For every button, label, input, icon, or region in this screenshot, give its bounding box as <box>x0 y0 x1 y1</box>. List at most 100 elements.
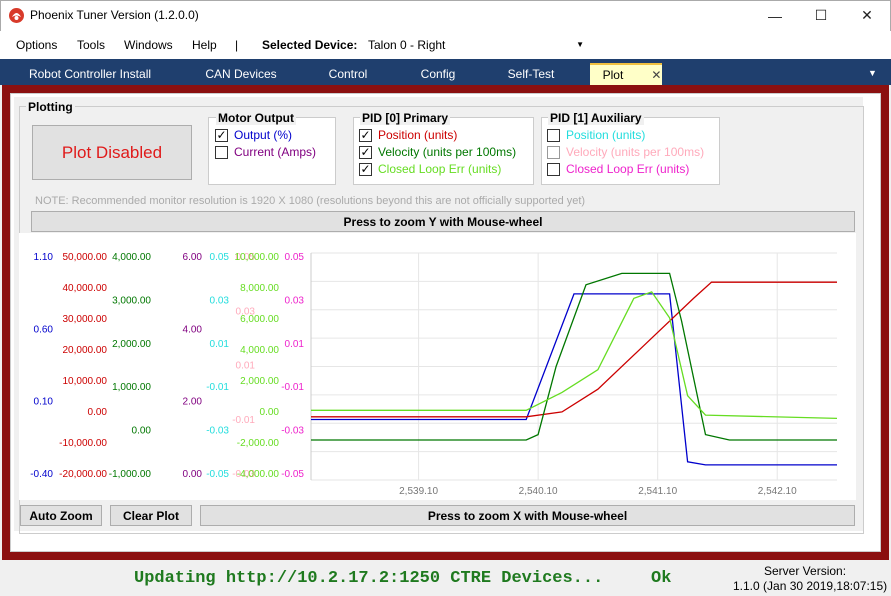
pid0-err-label: Closed Loop Err (units) <box>378 162 502 176</box>
y-tick-label-velocity: 4,000.00 <box>112 252 151 263</box>
pid0-velocity-checkbox[interactable]: ✓ <box>359 145 372 159</box>
tab-config[interactable]: Config <box>394 63 482 85</box>
y-tick-label-pid1-err: -0.03 <box>281 426 304 437</box>
close-icon: ✕ <box>861 7 873 23</box>
phoenix-app-icon <box>9 8 24 23</box>
auto-zoom-button[interactable]: Auto Zoom <box>20 505 102 526</box>
tab-plot[interactable]: Plot ✕ <box>590 63 662 85</box>
tab-overflow-icon[interactable]: ▼ <box>868 68 877 78</box>
selected-device-value: Talon 0 - Right <box>368 38 446 52</box>
pid1-err-label: Closed Loop Err (units) <box>566 162 690 176</box>
close-button[interactable]: ✕ <box>844 0 890 31</box>
y-tick-label-velocity: 0.00 <box>132 426 152 437</box>
series-line-velocity <box>311 272 837 441</box>
y-tick-label-position: 40,000.00 <box>63 283 108 294</box>
current-checkbox-row[interactable]: Current (Amps) <box>215 145 316 159</box>
plot-area[interactable]: 2,539.10 2,540.10 2,541.10 2,542.10 1.10 0.60… <box>19 233 856 500</box>
y-tick-label-velocity: -1,000.00 <box>109 469 152 480</box>
y-tick-label-position: 20,000.00 <box>63 345 108 356</box>
pid1-position-label: Position (units) <box>566 128 646 142</box>
current-label: Current (Amps) <box>234 145 317 159</box>
pid0-position-label: Position (units) <box>378 128 458 142</box>
y-tick-label-closed-loop-err: 4,000.00 <box>240 345 279 356</box>
status-text: Updating http://10.2.17.2:1250 CTRE Devi… <box>134 569 604 588</box>
menu-windows[interactable]: Windows <box>124 38 173 52</box>
pid0-position-checkbox[interactable]: ✓ <box>359 128 372 142</box>
pid1-err-row[interactable]: Closed Loop Err (units) <box>547 162 689 176</box>
status-ok: Ok <box>651 569 672 588</box>
pid0-position-row[interactable]: ✓ Position (units) <box>359 128 457 142</box>
y-tick-label-velocity: 1,000.00 <box>112 382 151 393</box>
plot-disabled-button[interactable]: Plot Disabled <box>32 125 192 180</box>
pid1-title: PID [1] Auxiliary <box>548 111 644 125</box>
y-tick-label-pid1-position: 0.01 <box>210 339 230 350</box>
selected-device-dropdown[interactable]: Talon 0 - Right ▼ <box>363 33 589 56</box>
tab-robot-controller-install[interactable]: Robot Controller Install <box>0 63 180 85</box>
pid1-velocity-row[interactable]: Velocity (units per 100ms) <box>547 145 704 159</box>
y-tick-label-pid1-velocity: -0.01 <box>232 415 255 426</box>
current-checkbox[interactable] <box>215 145 228 159</box>
output-checkbox[interactable]: ✓ <box>215 128 228 142</box>
y-tick-label-pid1-position: -0.05 <box>206 469 229 480</box>
pid0-title: PID [0] Primary <box>360 111 451 125</box>
menu-separator: | <box>235 38 239 52</box>
y-tick-label-current: 6.00 <box>183 252 203 263</box>
pid1-velocity-label: Velocity (units per 100ms) <box>566 145 705 159</box>
pid1-err-checkbox[interactable] <box>547 162 560 176</box>
dropdown-arrow-icon: ▼ <box>576 40 584 49</box>
maximize-button[interactable]: ☐ <box>798 0 844 31</box>
menu-options[interactable]: Options <box>16 38 57 52</box>
motor-output-title: Motor Output <box>216 111 296 125</box>
tab-self-test[interactable]: Self-Test <box>482 63 580 85</box>
y-tick-label-closed-loop-err: -2,000.00 <box>237 438 280 449</box>
pid0-err-checkbox[interactable]: ✓ <box>359 162 372 176</box>
selected-device-label: Selected Device: <box>262 38 358 52</box>
menu-tools[interactable]: Tools <box>77 38 105 52</box>
minimize-button[interactable]: — <box>752 0 798 31</box>
resolution-note: NOTE: Recommended monitor resolution is … <box>35 195 586 207</box>
y-tick-label-current: 2.00 <box>183 397 203 408</box>
server-version-label: Server Version: <box>764 564 847 578</box>
y-tick-label-position: 10,000.00 <box>63 376 108 387</box>
y-tick-label-closed-loop-err: 6,000.00 <box>240 314 279 325</box>
menu-help[interactable]: Help <box>192 38 217 52</box>
y-tick-label-output: -0.40 <box>30 469 53 480</box>
y-tick-label-output: 0.10 <box>34 397 54 408</box>
plotting-title: Plotting <box>26 100 75 114</box>
x-tick-label: 2,542.10 <box>758 486 797 497</box>
y-tick-label-pid1-err: 0.03 <box>285 295 305 306</box>
y-tick-label-pid1-err: 0.05 <box>285 252 305 263</box>
zoom-x-button[interactable]: Press to zoom X with Mouse-wheel <box>200 505 855 526</box>
tab-can-devices[interactable]: CAN Devices <box>180 63 302 85</box>
y-tick-label-pid1-err: -0.05 <box>281 469 304 480</box>
y-tick-label-pid1-position: -0.01 <box>206 382 229 393</box>
minimize-icon: — <box>768 7 782 24</box>
pid0-err-row[interactable]: ✓ Closed Loop Err (units) <box>359 162 501 176</box>
y-tick-label-pid1-err: 0.01 <box>285 339 305 350</box>
pid1-position-row[interactable]: Position (units) <box>547 128 645 142</box>
output-checkbox-row[interactable]: ✓ Output (%) <box>215 128 292 142</box>
y-tick-label-pid1-err: -0.01 <box>281 382 304 393</box>
clear-plot-button[interactable]: Clear Plot <box>110 505 192 526</box>
tab-plot-label: Plot <box>602 68 624 82</box>
y-tick-label-current: 0.00 <box>183 469 203 480</box>
pid0-velocity-row[interactable]: ✓ Velocity (units per 100ms) <box>359 145 516 159</box>
pid1-position-checkbox[interactable] <box>547 128 560 142</box>
tab-close-icon[interactable]: ✕ <box>651 68 661 82</box>
zoom-y-button[interactable]: Press to zoom Y with Mouse-wheel <box>31 211 855 232</box>
tab-control[interactable]: Control <box>302 63 394 85</box>
y-tick-label-output: 0.60 <box>34 324 54 335</box>
y-tick-label-pid1-velocity: 0.01 <box>236 361 256 372</box>
y-tick-label-closed-loop-err: -4,000.00 <box>237 469 280 480</box>
x-tick-label: 2,539.10 <box>399 486 438 497</box>
y-tick-label-closed-loop-err: 0.00 <box>260 407 280 418</box>
y-tick-label-position: 0.00 <box>88 407 108 418</box>
y-tick-label-velocity: 3,000.00 <box>112 295 151 306</box>
chart-svg[interactable]: 2,539.10 2,540.10 2,541.10 2,542.10 1.10 0.60… <box>19 233 856 500</box>
y-tick-label-pid1-position: 0.05 <box>210 252 230 263</box>
pid0-velocity-label: Velocity (units per 100ms) <box>378 145 517 159</box>
y-tick-label-closed-loop-err: 8,000.00 <box>240 283 279 294</box>
pid1-velocity-checkbox[interactable] <box>547 145 560 159</box>
y-tick-label-closed-loop-err: 10,000.00 <box>235 252 280 263</box>
server-version-value: 1.1.0 (Jan 30 2019,18:07:15) <box>733 579 888 593</box>
